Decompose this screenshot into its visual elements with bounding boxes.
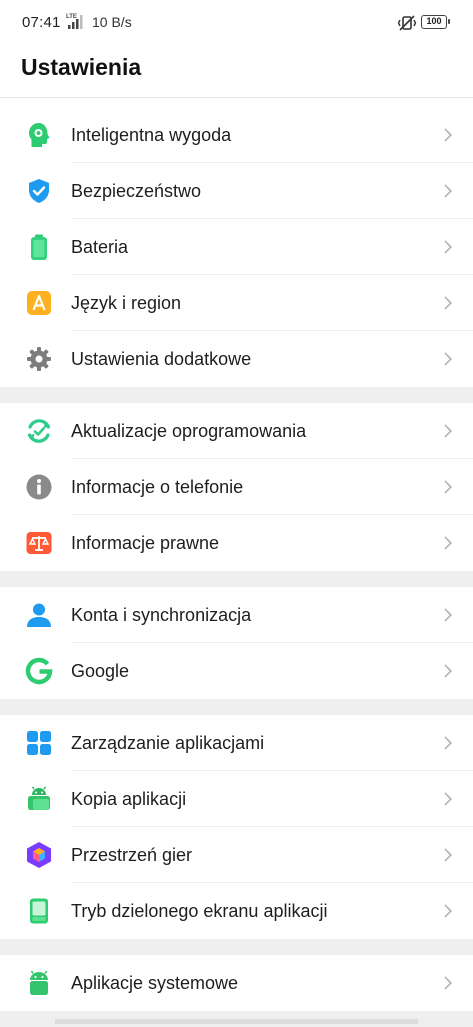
chevron-right-icon xyxy=(443,975,453,991)
language-icon xyxy=(25,289,53,317)
battery-indicator: 100 xyxy=(421,15,450,29)
scroll-edge xyxy=(55,1019,418,1024)
update-icon xyxy=(25,417,53,445)
settings-item-label: Aktualizacje oprogramowania xyxy=(71,421,307,441)
smart-assist-icon xyxy=(25,121,53,149)
settings-item-battery[interactable]: Bateria xyxy=(0,219,473,275)
settings-group: Konta i synchronizacja Google xyxy=(0,587,473,699)
settings-item-label: Inteligentna wygoda xyxy=(71,125,232,145)
network-speed: 10 B/s xyxy=(92,14,132,30)
game-space-icon xyxy=(25,841,53,869)
apps-grid-icon xyxy=(25,729,53,757)
chevron-right-icon xyxy=(443,663,453,679)
status-time: 07:41 xyxy=(22,14,61,31)
group-separator xyxy=(0,939,473,955)
settings-item-additional[interactable]: Ustawienia dodatkowe xyxy=(0,331,473,387)
settings-item-legal[interactable]: Informacje prawne xyxy=(0,515,473,571)
signal-icon: LTE xyxy=(66,12,86,30)
settings-group: Aktualizacje oprogramowania Informacje o… xyxy=(0,403,473,571)
vibrate-icon xyxy=(397,13,417,33)
shield-check-icon xyxy=(25,177,53,205)
person-icon xyxy=(25,601,53,629)
chevron-right-icon xyxy=(443,735,453,751)
chevron-right-icon xyxy=(443,903,453,919)
settings-item-label: Zarządzanie aplikacjami xyxy=(71,733,265,753)
settings-item-label: Tryb dzielonego ekranu aplikacji xyxy=(71,901,328,921)
settings-item-split-screen[interactable]: Tryb dzielonego ekranu aplikacji xyxy=(0,883,473,939)
status-bar: 07:41 LTE 10 B/s 100 xyxy=(0,0,473,46)
chevron-right-icon xyxy=(443,295,453,311)
scales-icon xyxy=(25,529,53,557)
settings-item-google[interactable]: Google xyxy=(0,643,473,699)
settings-item-software-update[interactable]: Aktualizacje oprogramowania xyxy=(0,403,473,459)
settings-group: Inteligentna wygoda Bezpieczeństwo Bater… xyxy=(0,107,473,387)
settings-item-label: Informacje o telefonie xyxy=(71,477,244,497)
settings-item-label: Kopia aplikacji xyxy=(71,789,187,809)
settings-item-system-apps[interactable]: Aplikacje systemowe xyxy=(0,955,473,1011)
google-icon xyxy=(25,657,53,685)
chevron-right-icon xyxy=(443,847,453,863)
settings-item-language[interactable]: Język i region xyxy=(0,275,473,331)
gear-icon xyxy=(25,345,53,373)
settings-item-smart-assist[interactable]: Inteligentna wygoda xyxy=(0,107,473,163)
chevron-right-icon xyxy=(443,351,453,367)
settings-item-label: Bezpieczeństwo xyxy=(71,181,202,201)
settings-group: Aplikacje systemowe xyxy=(0,955,473,1011)
settings-item-about-phone[interactable]: Informacje o telefonie xyxy=(0,459,473,515)
settings-item-app-clone[interactable]: Kopia aplikacji xyxy=(0,771,473,827)
settings-item-app-management[interactable]: Zarządzanie aplikacjami xyxy=(0,715,473,771)
chevron-right-icon xyxy=(443,535,453,551)
android-icon xyxy=(25,969,53,997)
group-separator xyxy=(0,699,473,715)
group-separator xyxy=(0,387,473,403)
battery-icon xyxy=(25,233,53,261)
settings-item-accounts-sync[interactable]: Konta i synchronizacja xyxy=(0,587,473,643)
settings-item-security[interactable]: Bezpieczeństwo xyxy=(0,163,473,219)
settings-item-label: Przestrzeń gier xyxy=(71,845,193,865)
chevron-right-icon xyxy=(443,127,453,143)
info-icon xyxy=(25,473,53,501)
chevron-right-icon xyxy=(443,791,453,807)
settings-group: Zarządzanie aplikacjami Kopia aplikacji xyxy=(0,715,473,939)
chevron-right-icon xyxy=(443,239,453,255)
chevron-right-icon xyxy=(443,607,453,623)
group-separator xyxy=(0,571,473,587)
header-divider xyxy=(0,97,473,98)
network-type-label: LTE xyxy=(66,14,77,20)
android-clone-icon xyxy=(25,785,53,813)
chevron-right-icon xyxy=(443,183,453,199)
settings-item-label: Ustawienia dodatkowe xyxy=(71,349,252,369)
settings-item-label: Konta i synchronizacja xyxy=(71,605,252,625)
chevron-right-icon xyxy=(443,423,453,439)
chevron-right-icon xyxy=(443,479,453,495)
page-title: Ustawienia xyxy=(21,54,142,80)
settings-item-game-space[interactable]: Przestrzeń gier xyxy=(0,827,473,883)
settings-item-label: Informacje prawne xyxy=(71,533,220,553)
settings-item-label: Bateria xyxy=(71,237,129,257)
settings-list: Inteligentna wygoda Bezpieczeństwo Bater… xyxy=(0,107,473,1027)
settings-item-label: Google xyxy=(71,661,130,681)
split-screen-icon xyxy=(25,897,53,925)
settings-item-label: Aplikacje systemowe xyxy=(71,973,239,993)
settings-item-label: Język i region xyxy=(71,293,182,313)
